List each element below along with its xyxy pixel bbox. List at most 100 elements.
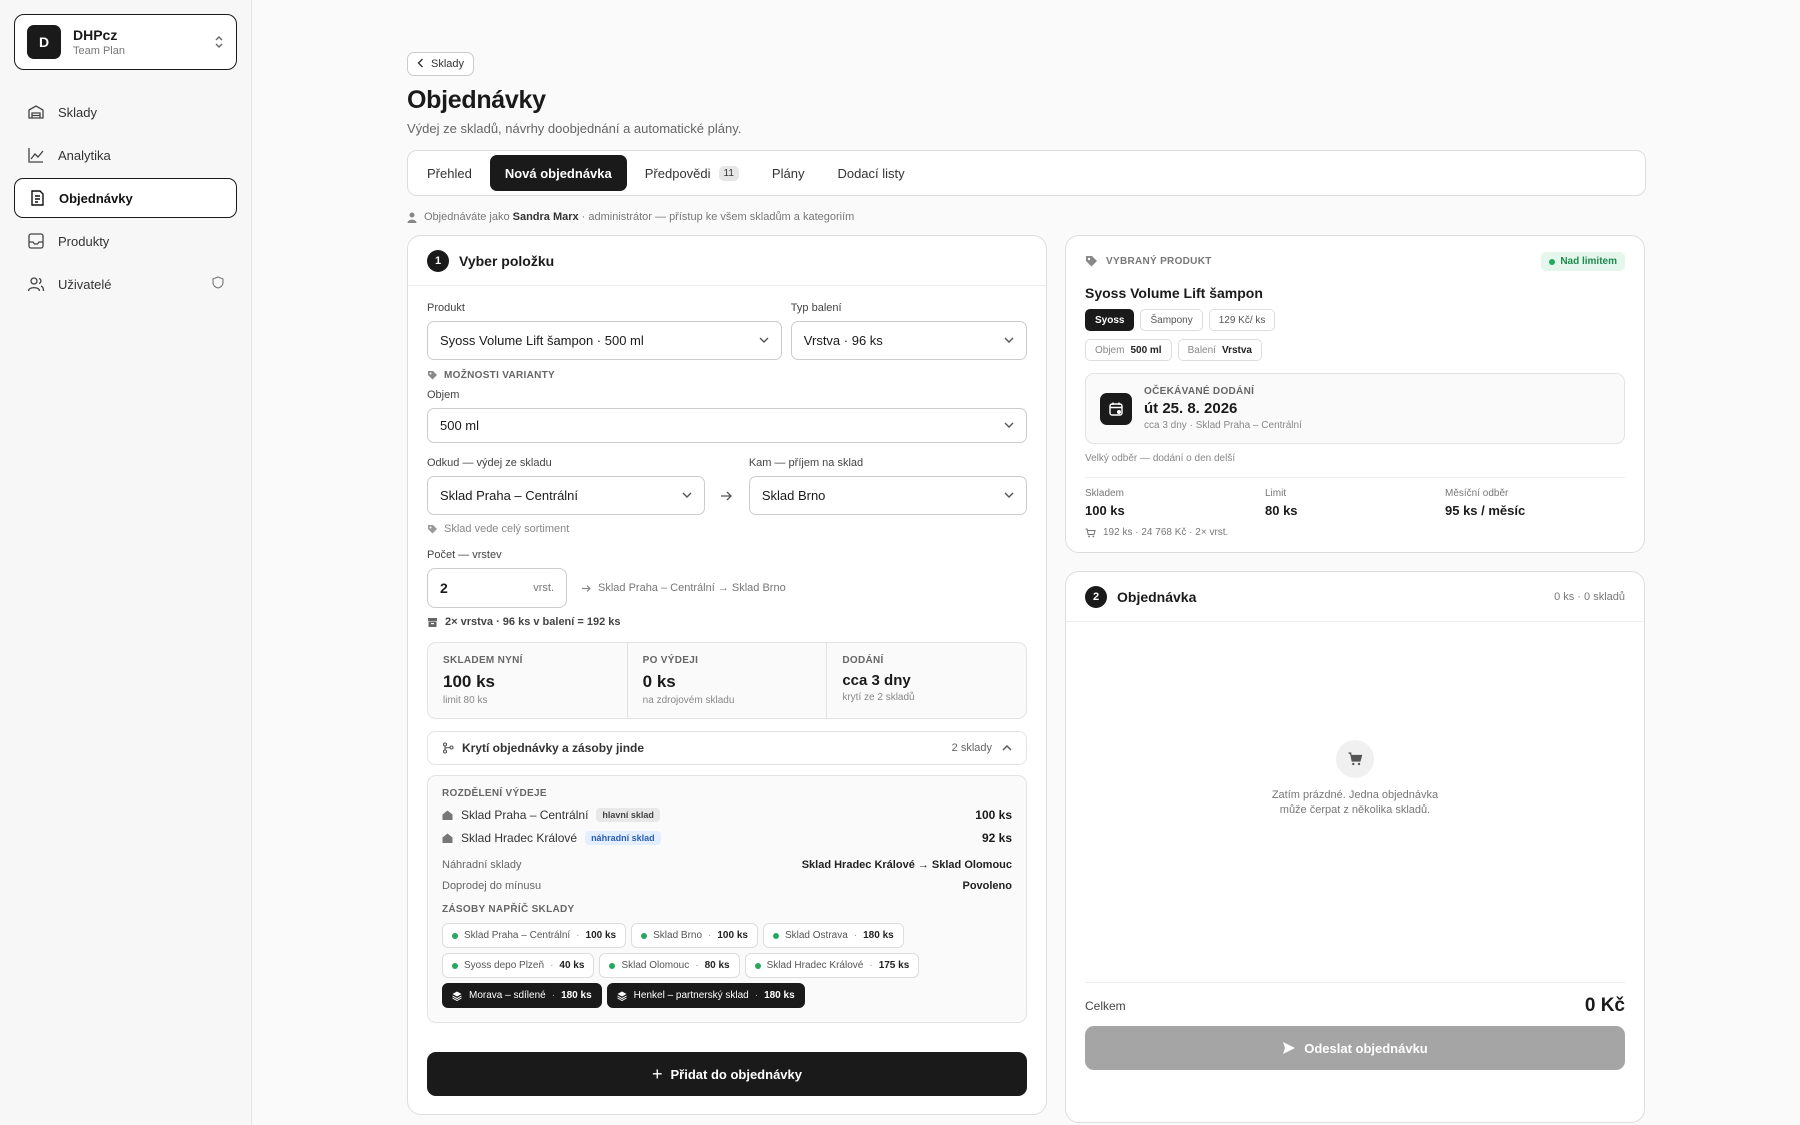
tag-icon (427, 524, 438, 535)
chip-qty: 180 ks (561, 990, 592, 1001)
volume-select[interactable]: 500 ml (427, 408, 1027, 443)
chevron-up-icon (1002, 745, 1012, 751)
send-icon (1283, 1042, 1296, 1054)
stat-label: DODÁNÍ (842, 655, 884, 666)
split-warehouse: Sklad Praha – Centrální (461, 808, 589, 822)
chip-separator: · (551, 990, 556, 1001)
product-name: Syoss Volume Lift šampon (1085, 285, 1263, 301)
shield-icon (212, 276, 224, 292)
stock-chip[interactable]: Sklad Hradec Králové · 175 ks (744, 953, 920, 978)
status-dot (452, 932, 458, 939)
chip-separator: · (576, 930, 580, 941)
stat-label: SKLADEM NYNÍ (443, 655, 523, 666)
tab-plany[interactable]: Plány (757, 155, 820, 191)
metric-value: 95 ks / měsíc (1445, 503, 1526, 518)
volume-select-value: 500 ml (440, 418, 480, 433)
home-icon (442, 810, 453, 820)
tab-nova-objednavka[interactable]: Nová objednávka (489, 155, 627, 191)
add-to-order-button[interactable]: + Přidat do objednávky (427, 1052, 1027, 1096)
chip-name: Syoss depo Plzeň (464, 960, 545, 971)
split-tag: náhradní sklad (585, 831, 661, 845)
packaging-label: Typ balení (790, 302, 842, 314)
tab-dodaci-listy[interactable]: Dodací listy (822, 155, 919, 191)
tab-prehled[interactable]: Přehled (412, 155, 487, 191)
kv-value: Sklad Hradec Králové → Sklad Olomouc (801, 859, 1012, 871)
sidebar-item-sklady[interactable]: Sklady (14, 92, 237, 132)
stock-heading: ZÁSOBY NAPŘÍČ SKLADY (442, 904, 575, 915)
coverage-count: 2 sklady (951, 742, 992, 754)
product-select[interactable]: Syoss Volume Lift šampon · 500 ml (427, 321, 782, 360)
packaging-select-value: Vrstva · 96 ks (803, 333, 883, 348)
total-label: Celkem (1085, 999, 1126, 1013)
tab-label: Dodací listy (837, 165, 905, 181)
stat-value: 100 ks (443, 672, 495, 691)
ordering-as-suffix: · administrátor — přístup ke všem skladů… (581, 211, 855, 223)
split-heading: ROZDĚLENÍ VÝDEJE (442, 788, 547, 799)
chip-name: Henkel – partnerský sklad (633, 990, 749, 1001)
status-badge: Nad limitem (1541, 252, 1625, 271)
sidebar-item-analytika[interactable]: Analytika (14, 135, 237, 175)
sidebar-item-label: Analytika (58, 147, 111, 163)
ordering-as-note: Objednáváte jako Sandra Marx · administr… (407, 211, 1646, 223)
back-button[interactable]: Sklady (407, 52, 475, 76)
step-number: 1 (427, 249, 449, 272)
price-tag: 129 Kč/ ks (1208, 309, 1276, 331)
stock-chip[interactable]: Sklad Praha – Centrální · 100 ks (442, 923, 627, 948)
chevron-left-icon (417, 57, 424, 71)
chip-separator: · (708, 930, 712, 941)
stat-sub: krytí ze 2 skladů (842, 692, 915, 703)
selected-product-card: VYBRANÝ PRODUKT Nad limitem Syoss Volume… (1065, 235, 1645, 553)
metric-value: 80 ks (1265, 503, 1298, 518)
order-count: 0 ks · 0 skladů (1554, 590, 1625, 603)
product-select-value: Syoss Volume Lift šampon · 500 ml (440, 333, 644, 348)
packaging-select[interactable]: Vrstva · 96 ks (790, 321, 1027, 360)
arrow-right-icon (581, 584, 592, 593)
sidebar-item-objednavky[interactable]: Objednávky (14, 178, 237, 218)
volume-tag: Objem 500 ml (1085, 339, 1172, 361)
to-warehouse-select[interactable]: Sklad Brno (748, 476, 1027, 515)
back-label: Sklady (431, 58, 465, 70)
chip-separator: · (695, 960, 699, 971)
tab-predpovedi[interactable]: Předpovědi 11 (630, 155, 754, 191)
chevron-down-icon (682, 490, 692, 501)
chip-name: Sklad Olomouc (621, 960, 690, 971)
variant-heading-text: MOŽNOSTI VARIANTY (444, 370, 556, 381)
shared-stock-chip[interactable]: Henkel – partnerský sklad · 180 ks (606, 983, 805, 1008)
stock-chip[interactable]: Syoss depo Plzeň · 40 ks (442, 953, 595, 978)
split-warehouse: Sklad Hradec Králové (461, 831, 578, 845)
sidebar-item-produkty[interactable]: Produkty (14, 221, 237, 261)
stock-chip[interactable]: Sklad Brno · 100 ks (631, 923, 758, 948)
kv-value: Povoleno (962, 880, 1012, 892)
coverage-toggle[interactable]: Krytí objednávky a zásoby jinde 2 sklady (427, 731, 1027, 765)
stat-sub: na zdrojovém skladu (642, 695, 735, 706)
team-switcher[interactable]: D DHPcz Team Plan (14, 14, 237, 70)
to-label: Kam — příjem na sklad (748, 457, 864, 469)
stock-chip[interactable]: Sklad Ostrava · 180 ks (762, 923, 904, 948)
quantity-input[interactable]: 2 vrst. (427, 568, 567, 608)
stock-chip[interactable]: Sklad Olomouc · 80 ks (599, 953, 740, 978)
stat-after-issue: PO VÝDEJI 0 ks na zdrojovém skladu (628, 643, 828, 718)
stat-in-stock: SKLADEM NYNÍ 100 ks limit 80 ks (428, 643, 628, 718)
warehouse-icon (27, 103, 45, 121)
send-order-button[interactable]: Odeslat objednávku (1085, 1026, 1625, 1070)
sidebar: D DHPcz Team Plan Sklady Analytika Objed… (0, 0, 252, 1125)
users-icon (27, 275, 45, 293)
from-warehouse-select[interactable]: Sklad Praha – Centrální (427, 476, 706, 515)
status-dot (754, 962, 761, 969)
chart-line-icon (27, 146, 45, 164)
chip-separator: · (853, 930, 858, 941)
selected-product-heading: VYBRANÝ PRODUKT (1106, 256, 1212, 267)
chip-qty: 40 ks (559, 960, 585, 971)
sidebar-item-label: Sklady (58, 104, 98, 120)
tag-key: Objem (1095, 344, 1125, 356)
chip-name: Sklad Brno (653, 930, 703, 941)
packaging-tag: Balení Vrstva (1177, 339, 1262, 361)
shared-stock-chip[interactable]: Morava – sdílené · 180 ks (442, 983, 602, 1008)
cart-icon (1336, 740, 1374, 778)
page-subtitle: Výdej ze skladů, návrhy doobjednání a au… (407, 121, 742, 136)
page-title: Objednávky (407, 86, 546, 114)
status-dot (1549, 258, 1556, 265)
tag-icon (427, 370, 438, 381)
sidebar-item-uzivatele[interactable]: Uživatelé (14, 264, 237, 304)
expected-delivery: OČEKÁVANÉ DODÁNÍ út 25. 8. 2026 cca 3 dn… (1085, 373, 1625, 444)
